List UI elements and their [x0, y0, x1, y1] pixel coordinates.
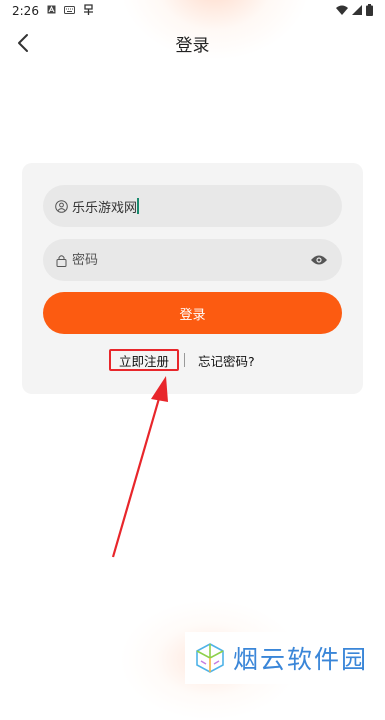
- show-password-button[interactable]: [308, 249, 330, 271]
- battery-icon: [366, 3, 373, 19]
- register-link[interactable]: 立即注册: [109, 349, 179, 371]
- eye-icon: [311, 255, 327, 265]
- username-field[interactable]: 乐乐游戏网: [43, 185, 342, 227]
- status-bar: 2:26: [0, 0, 385, 22]
- login-button[interactable]: 登录: [43, 292, 342, 334]
- password-field[interactable]: [43, 239, 342, 281]
- status-right: [336, 3, 373, 19]
- signal-icon: [352, 4, 362, 18]
- wifi-icon: [336, 5, 348, 18]
- forgot-password-link[interactable]: 忘记密码?: [198, 351, 255, 370]
- back-button[interactable]: [8, 28, 38, 58]
- link-divider: [184, 353, 185, 367]
- a-icon: [47, 5, 56, 17]
- page-title: 登录: [175, 35, 210, 56]
- keyboard-icon: [63, 5, 75, 17]
- app-icon: [83, 3, 94, 19]
- watermark-text: 烟云软件园: [233, 645, 369, 674]
- header: 登录: [0, 22, 385, 64]
- username-value: 乐乐游戏网: [72, 200, 138, 216]
- auth-links: 立即注册 忘记密码?: [22, 349, 363, 373]
- user-circle-icon: [54, 199, 68, 213]
- password-input[interactable]: [72, 239, 308, 281]
- login-card: 乐乐游戏网 登录 立即注册 忘记密码?: [22, 163, 363, 394]
- chevron-left-icon: [18, 34, 28, 52]
- status-left: 2:26: [12, 3, 94, 19]
- cube-logo: [196, 643, 224, 673]
- lock-icon: [54, 253, 68, 267]
- watermark: 烟云软件园: [185, 632, 385, 684]
- text-cursor: [137, 198, 139, 214]
- status-time: 2:26: [12, 4, 39, 18]
